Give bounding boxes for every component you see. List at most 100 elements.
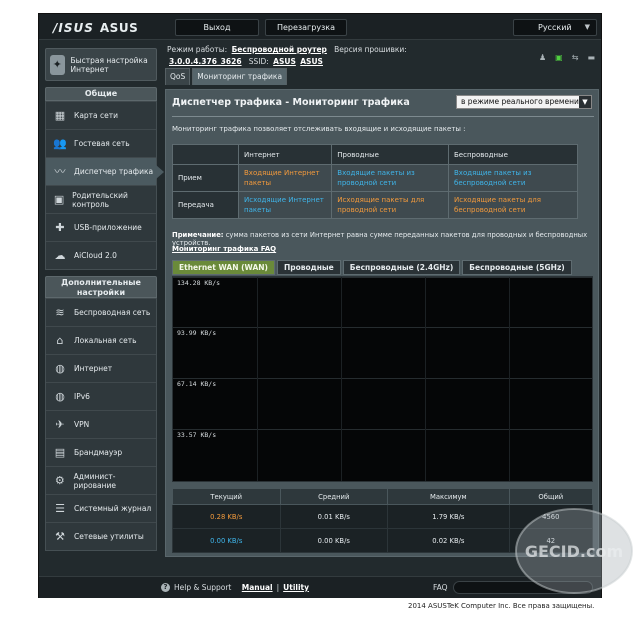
- language-select[interactable]: Русский ▼: [513, 19, 597, 36]
- log-icon: ☰: [55, 502, 65, 515]
- sidebar-item-label: Локальная сеть: [74, 336, 137, 345]
- table-header: Текущий: [172, 488, 281, 505]
- sidebar-item-label: AiCloud 2.0: [74, 251, 117, 260]
- y-axis-label: 134.28 KB/s: [177, 279, 221, 287]
- general-section-title: Общие: [45, 87, 157, 101]
- table-cell: 0.00 KB/s: [279, 528, 389, 553]
- manual-link[interactable]: Manual: [242, 583, 273, 592]
- general-menu: ▦ Карта сети 👥 Гостевая сеть 〰 Диспетчер тр…: [45, 101, 164, 270]
- page-title: Диспетчер трафика - Мониторинг трафика: [172, 97, 410, 108]
- tab-wireless-5[interactable]: Беспроводные (5GHz): [462, 260, 572, 275]
- table-header: Максимум: [387, 488, 510, 505]
- sidebar-item-parental-control[interactable]: ▣ Родительский контроль: [46, 185, 156, 213]
- traffic-graph: 134.28 KB/s 93.99 KB/s 67.14 KB/s 33.57 …: [172, 276, 593, 482]
- watermark-text: GECID.com: [525, 542, 623, 561]
- top-bar: /ISUS ASUS Выход Перезагрузка Русский ▼: [39, 14, 601, 40]
- faq-link[interactable]: Мониторинг трафика FAQ: [172, 245, 276, 253]
- sidebar-item-network-map[interactable]: ▦ Карта сети: [46, 101, 156, 129]
- grid-line: [257, 277, 258, 481]
- tab-qos[interactable]: QoS: [165, 68, 191, 85]
- sidebar-item-label: Системный журнал: [74, 504, 152, 513]
- help-label: Help & Support: [174, 583, 232, 592]
- admin-icon: ⚙: [54, 474, 65, 487]
- sidebar-item-usb-app[interactable]: ✚ USB-приложение: [46, 213, 156, 241]
- mode-select[interactable]: в режиме реального времени ▼: [456, 95, 592, 109]
- sidebar-item-label: Диспетчер трафика: [74, 167, 154, 176]
- internet-status-icon[interactable]: ▣: [555, 52, 563, 64]
- grid-line: [341, 277, 342, 481]
- mode-select-value: в режиме реального времени: [461, 97, 579, 106]
- table-header: Общий: [508, 488, 594, 505]
- user-icon[interactable]: ♟: [539, 52, 546, 64]
- table-cell: Исходящие Интернет пакеты: [237, 191, 333, 219]
- table-cell: 0.28 KB/s: [172, 504, 281, 529]
- parental-icon: ▣: [53, 193, 65, 206]
- firewall-icon: ▤: [54, 446, 66, 459]
- grid-line: [173, 378, 592, 379]
- network-map-icon: ▦: [54, 109, 66, 122]
- grid-line: [425, 277, 426, 481]
- table-row: Передача Исходящие Интернет пакеты Исход…: [172, 191, 578, 219]
- table-cell: Входящие пакеты из беспроводной сети: [448, 164, 578, 192]
- sidebar-item-ipv6[interactable]: ◍ IPv6: [46, 382, 156, 410]
- tab-ethernet-wan[interactable]: Ethernet WAN (WAN): [172, 260, 275, 275]
- table-cell: Входящие Интернет пакеты: [237, 164, 333, 192]
- sidebar-item-wireless[interactable]: ≋ Беспроводная сеть: [46, 298, 156, 326]
- language-value: Русский: [538, 23, 572, 32]
- sidebar-item-aicloud[interactable]: ☁ AiCloud 2.0: [46, 241, 156, 269]
- grid-line: [173, 429, 592, 430]
- status-line-1: Режим работы: Беспроводной роутер Версия…: [167, 44, 595, 56]
- mode-label: Режим работы:: [167, 45, 228, 54]
- logout-button[interactable]: Выход: [175, 19, 259, 36]
- grid-line: [509, 277, 510, 481]
- vpn-icon: ✈: [55, 418, 65, 431]
- mode-link[interactable]: Беспроводной роутер: [232, 45, 327, 54]
- sidebar-item-label: USB-приложение: [74, 223, 142, 232]
- puzzle-icon: ✚: [55, 221, 65, 234]
- logo-mark: /ISUS: [53, 21, 94, 35]
- sidebar-item-traffic-manager[interactable]: 〰 Диспетчер трафика: [46, 157, 164, 185]
- reboot-button[interactable]: Перезагрузка: [265, 19, 347, 36]
- usb-icon[interactable]: ⇆: [572, 52, 579, 64]
- firmware-link[interactable]: 3.0.0.4.376_3626: [169, 57, 242, 66]
- sidebar-item-label: Родительский контроль: [72, 190, 128, 209]
- sidebar-item-firewall[interactable]: ▤ Брандмауэр: [46, 438, 156, 466]
- graph-tabs: Ethernet WAN (WAN) Проводные Беспроводны…: [172, 260, 572, 275]
- table-cell: Исходящие пакеты для беспроводной сети: [448, 191, 578, 219]
- sidebar-item-wan[interactable]: ◍ Интернет: [46, 354, 156, 382]
- table-header: Интернет: [237, 144, 333, 165]
- tab-wired[interactable]: Проводные: [276, 260, 341, 275]
- sidebar-item-system-log[interactable]: ☰ Системный журнал: [46, 494, 156, 522]
- sidebar-item-label: Беспроводная сеть: [74, 308, 151, 317]
- grid-line: [173, 277, 592, 278]
- traffic-chart-icon: 〰: [54, 165, 66, 178]
- advanced-menu: ≋ Беспроводная сеть ⌂ Локальная сеть ◍ Инте…: [45, 298, 157, 551]
- left-nav: ✦ Быстрая настройка Интернет Общие ▦ Карт…: [45, 48, 164, 551]
- faq-label: FAQ: [433, 583, 448, 592]
- tab-traffic-monitor[interactable]: Мониторинг трафика: [192, 68, 288, 85]
- tab-wireless-24[interactable]: Беспроводные (2.4GHz): [342, 260, 461, 275]
- sidebar-item-vpn[interactable]: ✈ VPN: [46, 410, 156, 438]
- usb-device-icon[interactable]: ▬: [587, 52, 595, 64]
- sidebar-item-lan[interactable]: ⌂ Локальная сеть: [46, 326, 156, 354]
- quick-setup-button[interactable]: ✦ Быстрая настройка Интернет: [45, 48, 157, 81]
- table-cell: 0.00 KB/s: [172, 528, 281, 553]
- ssid-link-2[interactable]: ASUS: [300, 57, 323, 66]
- table-header: Проводные: [331, 144, 449, 165]
- globe-icon: ◍: [55, 362, 65, 375]
- watermark-logo: GECID.com: [515, 508, 633, 594]
- help-support: ? Help & Support Manual | Utility: [161, 583, 309, 592]
- sidebar-item-label: Сетевые утилиты: [74, 532, 144, 541]
- content-panel: Диспетчер трафика - Мониторинг трафика в…: [165, 89, 599, 557]
- asus-logo: /ISUS ASUS: [53, 21, 138, 35]
- table-cell: 0.02 KB/s: [387, 528, 510, 553]
- sidebar-item-network-tools[interactable]: ⚒ Сетевые утилиты: [46, 522, 156, 550]
- utility-link[interactable]: Utility: [283, 583, 309, 592]
- sidebar-item-administration[interactable]: ⚙ Админист-рирование: [46, 466, 156, 494]
- sidebar-item-guest-network[interactable]: 👥 Гостевая сеть: [46, 129, 156, 157]
- ssid-link-1[interactable]: ASUS: [273, 57, 296, 66]
- divider: [172, 116, 594, 117]
- table-cell: Входящие пакеты из проводной сети: [331, 164, 449, 192]
- table-header: Беспроводные: [448, 144, 578, 165]
- table-header: [172, 144, 239, 165]
